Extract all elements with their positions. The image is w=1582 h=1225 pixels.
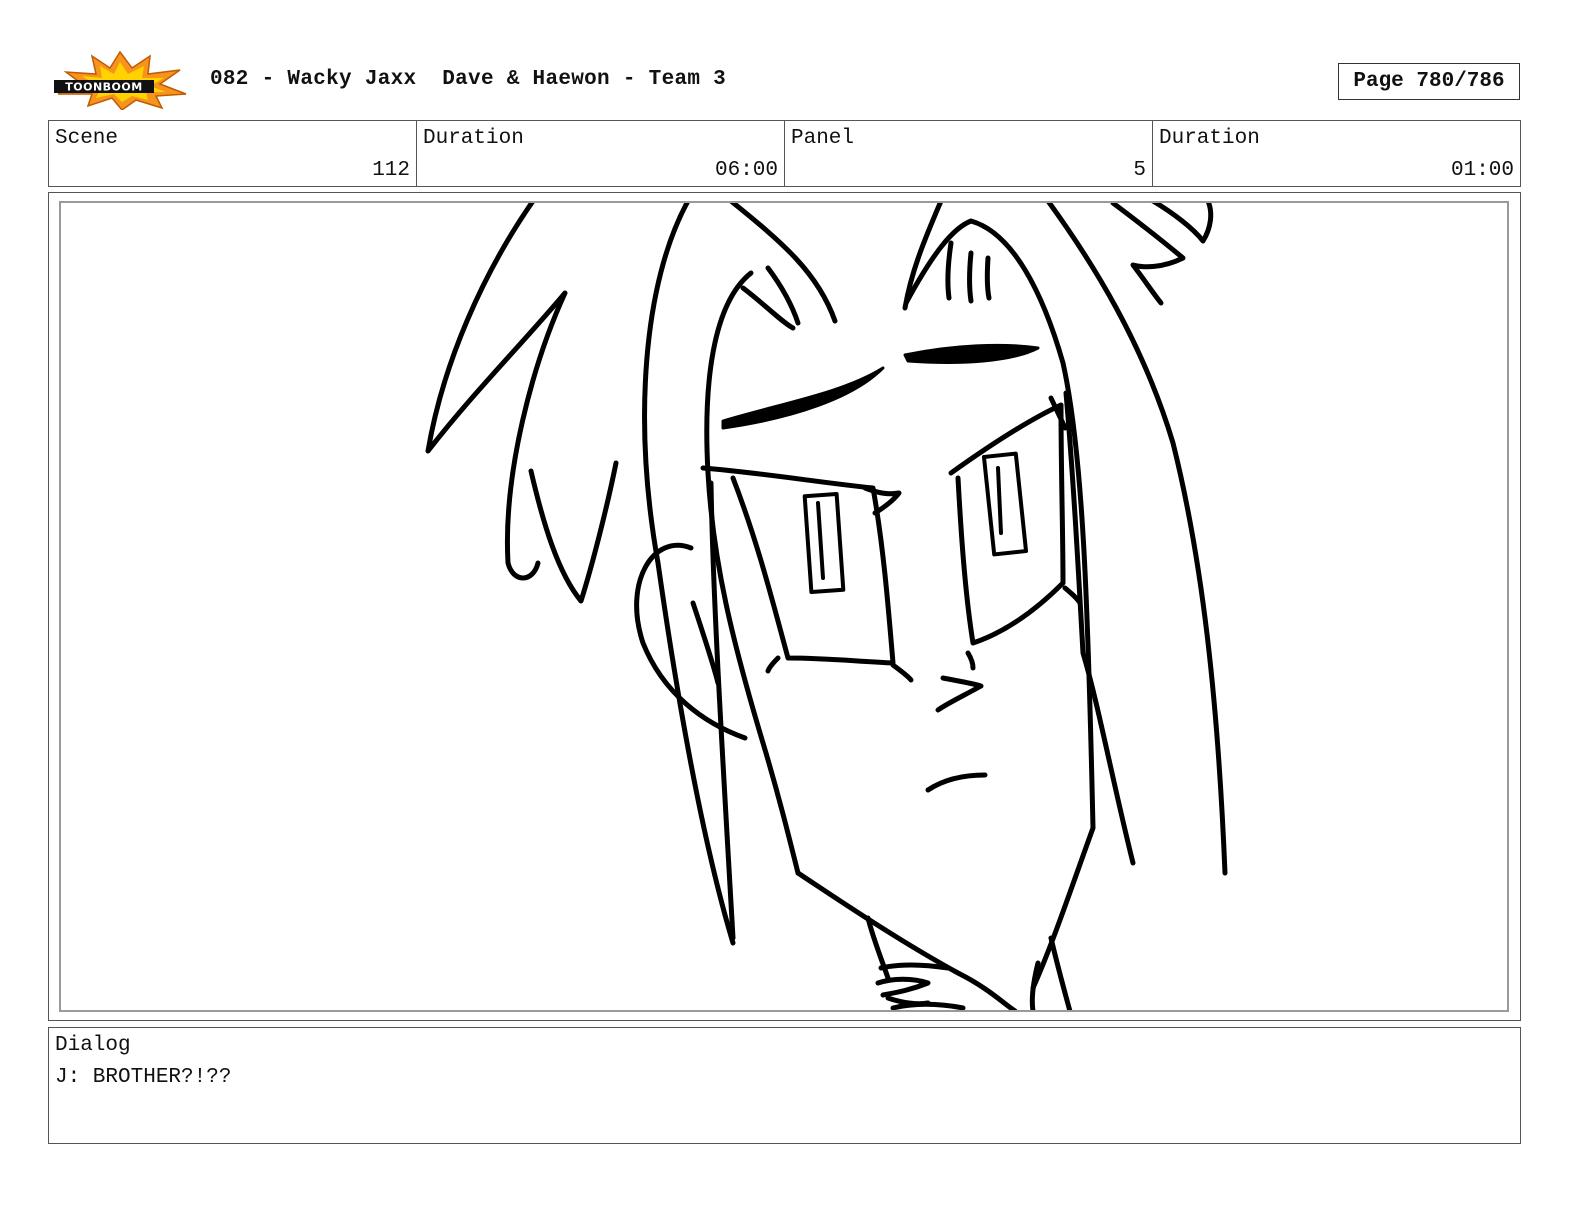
scene-value: 112 (372, 159, 410, 182)
panel-value: 5 (1133, 159, 1146, 182)
logo-text: TOONBOOM (65, 81, 142, 94)
dialog-text: J: BROTHER?!?? (55, 1066, 232, 1089)
scene-duration-value: 06:00 (714, 159, 778, 182)
page-number: Page 780/786 (1338, 63, 1520, 100)
storyboard-panel-frame (48, 192, 1521, 1021)
panel-duration-value: 01:00 (1450, 159, 1514, 182)
scene-cell: Scene 112 (49, 121, 417, 186)
document-title: 082 - Wacky Jaxx Dave & Haewon - Team 3 (210, 68, 727, 91)
scene-duration-label: Duration (423, 127, 524, 150)
dialog-label: Dialog (55, 1034, 131, 1057)
scene-duration-cell: Duration 06:00 (417, 121, 785, 186)
panel-duration-label: Duration (1159, 127, 1260, 150)
panel-cell: Panel 5 (785, 121, 1153, 186)
scene-info-table: Scene 112 Duration 06:00 Panel 5 Duratio… (48, 120, 1521, 187)
character-sketch (425, 203, 1228, 1010)
dialog-box: Dialog J: BROTHER?!?? (48, 1027, 1521, 1144)
panel-label: Panel (791, 127, 855, 150)
storyboard-panel (59, 201, 1509, 1012)
panel-duration-cell: Duration 01:00 (1153, 121, 1520, 186)
scene-label: Scene (55, 127, 119, 150)
toonboom-logo: TOONBOOM (52, 50, 190, 112)
